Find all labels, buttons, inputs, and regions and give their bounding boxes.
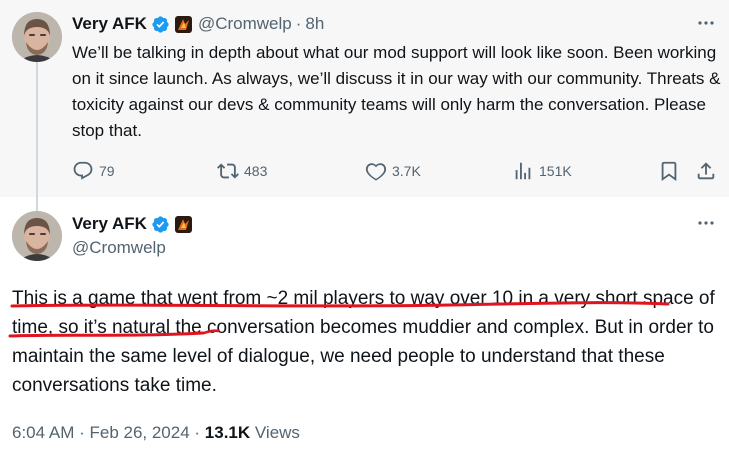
avatar-portrait-icon: [12, 12, 62, 62]
tweet-thread: Very AFK @Cromwelp · 8h We’ll be talking…: [0, 0, 729, 456]
thread-connector-line: [36, 62, 38, 212]
more-dots-icon: [698, 21, 714, 25]
more-dots-icon: [698, 221, 714, 225]
separator-dot: ·: [295, 14, 302, 33]
reply-context-tweet[interactable]: Very AFK @Cromwelp · 8h We’ll be talking…: [0, 0, 729, 212]
author-handle[interactable]: @Cromwelp: [72, 238, 166, 258]
reply-count: 79: [99, 163, 115, 179]
share-upload-icon: [697, 162, 715, 180]
author-handle[interactable]: @Cromwelp: [198, 14, 292, 34]
author-display-name[interactable]: Very AFK: [72, 14, 147, 34]
like-button[interactable]: 3.7K: [365, 160, 421, 182]
avatar[interactable]: [12, 12, 62, 62]
speech-bubble-icon: [73, 161, 93, 180]
affiliate-badge-icon[interactable]: [174, 15, 192, 33]
reply-tweet-text: We’ll be talking in depth about what our…: [72, 43, 721, 140]
main-tweet-text: This is a game that went from ~2 mil pla…: [12, 284, 717, 400]
bookmark-icon: [661, 161, 677, 182]
views-label: Views: [250, 423, 300, 442]
repost-count: 483: [244, 163, 268, 179]
views-button[interactable]: 151K: [512, 160, 572, 182]
repost-arrows-icon: [217, 163, 239, 179]
more-options-button[interactable]: [695, 12, 717, 34]
verified-check-icon[interactable]: [151, 15, 170, 34]
bar-chart-icon: [515, 162, 531, 180]
repost-button[interactable]: 483: [217, 160, 267, 182]
reply-author-row: Very AFK @Cromwelp · 8h: [72, 12, 324, 36]
tweet-time-ago[interactable]: 8h: [305, 14, 324, 34]
avatar[interactable]: [12, 211, 62, 261]
avatar-portrait-icon: [12, 211, 62, 261]
reply-button[interactable]: 79: [72, 160, 115, 182]
bookmark-button[interactable]: [658, 160, 680, 182]
more-options-button[interactable]: [695, 212, 717, 234]
author-display-name[interactable]: Very AFK: [72, 214, 147, 234]
tweet-action-bar: 79 483 3.7K 151K: [72, 158, 720, 184]
tweet-meta: 6:04 AM · Feb 26, 2024 · 13.1K Views: [12, 423, 300, 443]
tweet-text-rest: , so it’s natural the conversation becom…: [12, 317, 714, 396]
share-button[interactable]: [695, 160, 717, 182]
tweet-timestamp[interactable]: 6:04 AM · Feb 26, 2024 ·: [12, 423, 205, 442]
like-count: 3.7K: [392, 163, 421, 179]
heart-icon: [365, 163, 387, 181]
views-count: 151K: [539, 163, 572, 179]
verified-check-icon[interactable]: [151, 215, 170, 234]
affiliate-badge-icon[interactable]: [174, 215, 192, 233]
views-count: 13.1K: [204, 423, 251, 442]
main-author-row: Very AFK: [72, 212, 192, 236]
